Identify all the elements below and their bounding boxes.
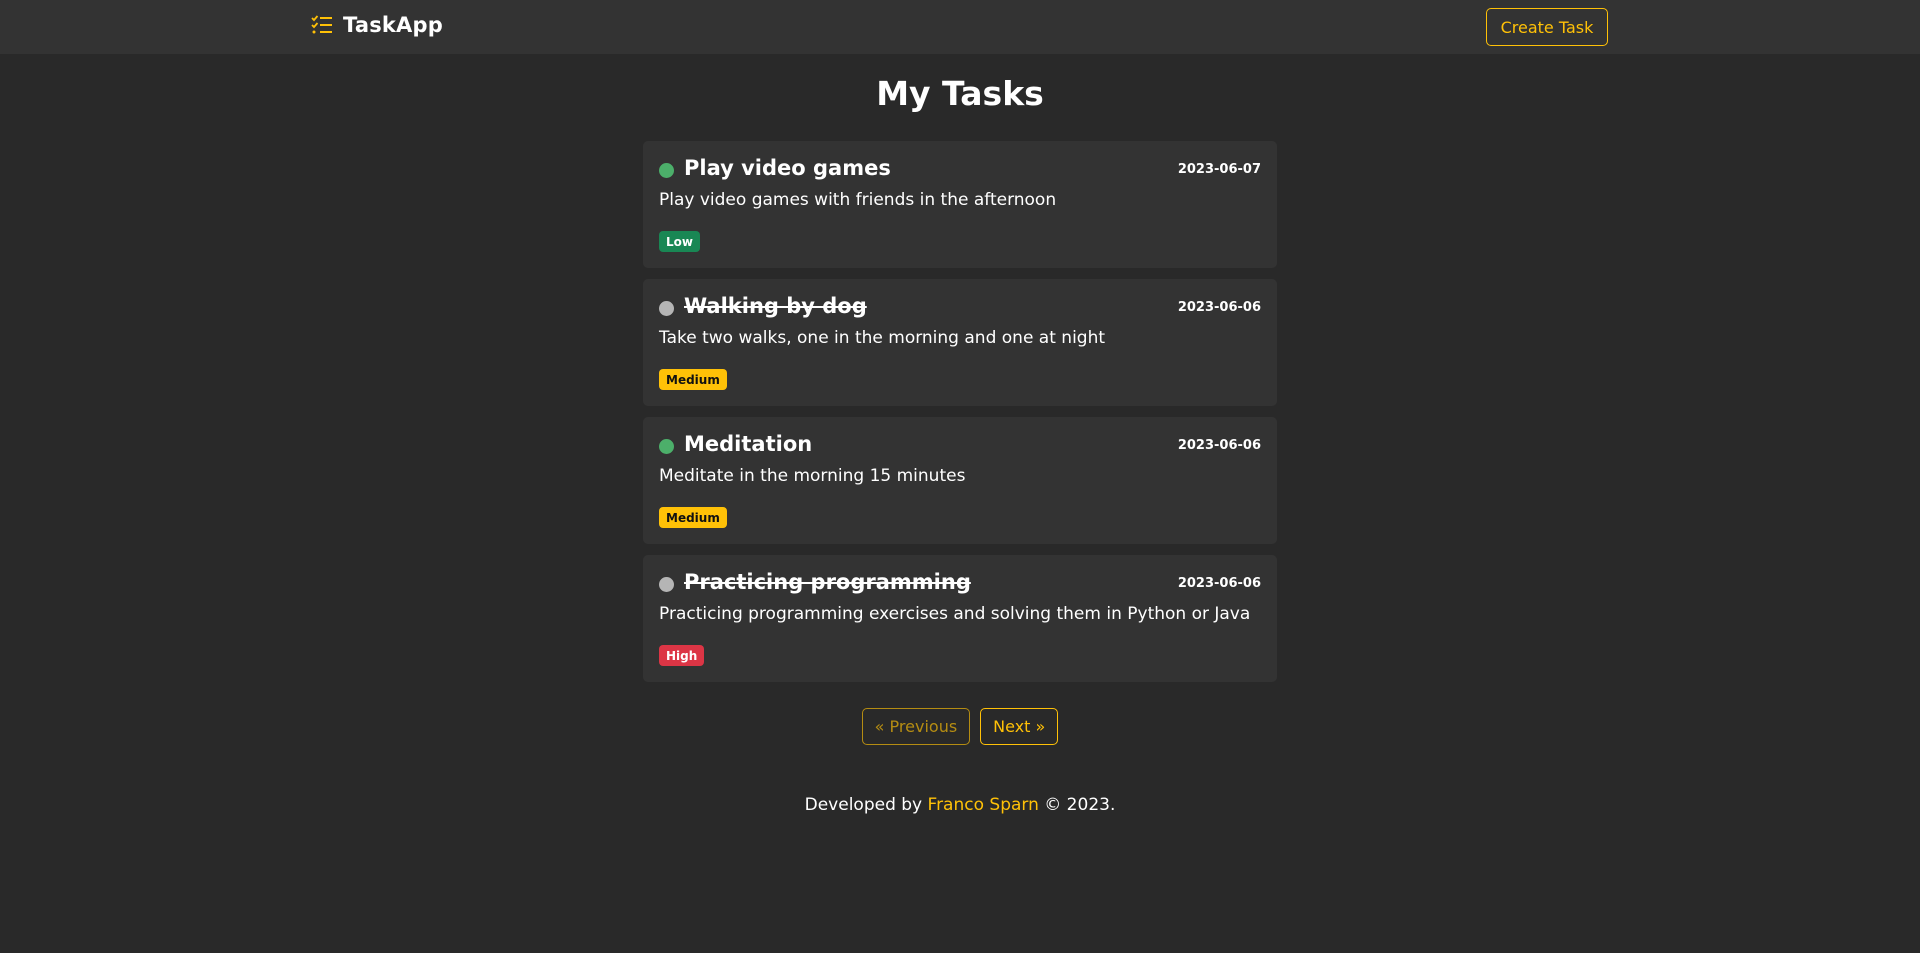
footer: Developed by Franco Sparn © 2023. [0,795,1920,815]
create-task-button[interactable]: Create Task [1486,8,1608,46]
task-date: 2023-06-06 [1177,576,1261,591]
task-description: Meditate in the morning 15 minutes [659,466,966,486]
task-date: 2023-06-06 [1177,300,1261,315]
priority-badge: Medium [659,507,727,528]
author-link[interactable]: Franco Sparn [928,795,1039,815]
task-description: Play video games with friends in the aft… [659,190,1057,210]
task-title: Meditation [684,432,813,456]
footer-prefix: Developed by [804,795,928,815]
brand-name: TaskApp [343,13,443,37]
footer-suffix: © 2023. [1038,795,1116,815]
navbar: TaskApp Create Task [0,0,1920,54]
task-card[interactable]: Practicing programming 2023-06-06 Practi… [643,555,1277,682]
priority-badge: Medium [659,369,727,390]
task-title: Practicing programming [684,570,971,594]
task-title: Walking by dog [684,294,867,318]
status-dot-icon [659,577,674,592]
previous-page-button[interactable]: « Previous [861,708,971,745]
task-card[interactable]: Play video games 2023-06-07 Play video g… [643,141,1277,268]
task-date: 2023-06-06 [1177,438,1261,453]
page-title: My Tasks [876,74,1044,113]
task-list: Play video games 2023-06-07 Play video g… [643,141,1277,693]
task-title: Play video games [684,156,891,180]
tasks-list-icon [311,15,332,34]
task-card[interactable]: Meditation 2023-06-06 Meditate in the mo… [643,417,1277,544]
task-description: Practicing programming exercises and sol… [659,604,1251,624]
pagination: « Previous Next » [0,708,1920,745]
priority-badge: Low [659,231,700,252]
status-dot-icon [659,439,674,454]
task-card[interactable]: Walking by dog 2023-06-06 Take two walks… [643,279,1277,406]
status-dot-icon [659,301,674,316]
next-page-button[interactable]: Next » [980,708,1059,745]
status-dot-icon [659,163,674,178]
task-date: 2023-06-07 [1177,162,1261,177]
priority-badge: High [659,645,705,666]
brand-link[interactable]: TaskApp [311,13,443,37]
task-description: Take two walks, one in the morning and o… [659,328,1106,348]
